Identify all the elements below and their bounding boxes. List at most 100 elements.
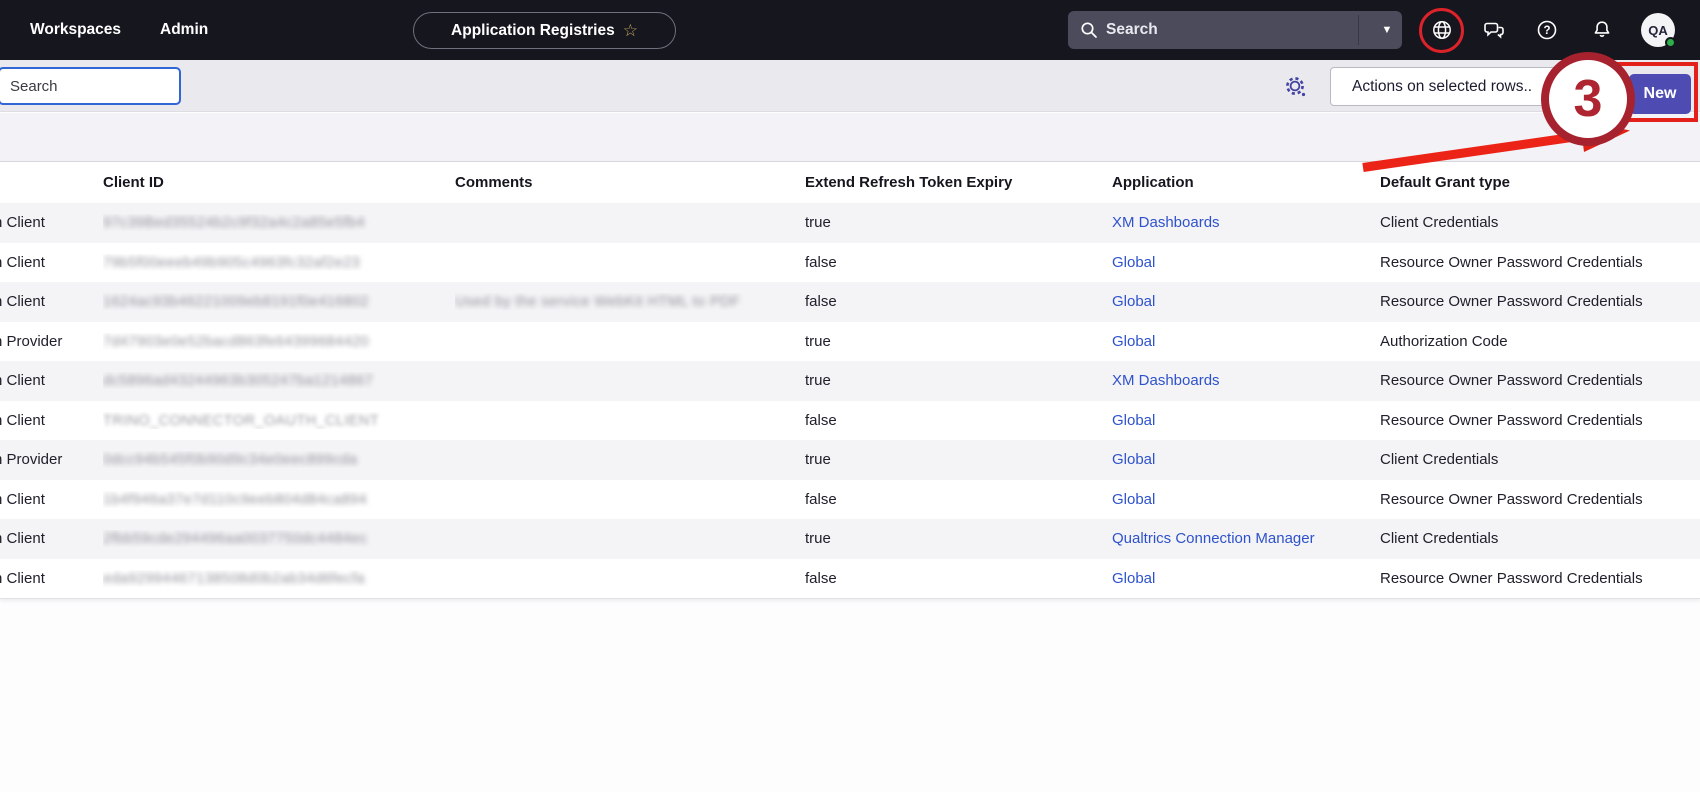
table-row[interactable]: h Provider7d47903e0e52bacd863fe643996844… xyxy=(0,322,1700,362)
cell-application: Qualtrics Connection Manager xyxy=(1112,530,1380,547)
svg-text:?: ? xyxy=(1543,25,1550,37)
column-header-default-grant-type[interactable]: Default Grant type xyxy=(1380,174,1700,191)
cell-default-grant-type: Resource Owner Password Credentials xyxy=(1380,491,1700,508)
cell-comments: Used by the service WebKit HTML to PDF xyxy=(455,293,805,310)
table-row[interactable]: h Client2fbb59cde294496aa0037750dc4484ec… xyxy=(0,519,1700,559)
cell-client-id: 0dcc94b545f0b90d9c34e0eec899cda xyxy=(103,451,455,468)
cell-extend-refresh-token-expiry: false xyxy=(805,293,1112,310)
table-body: h Client 97c39Bed35524b2c9f32a4c2a85e5fb4… xyxy=(0,203,1700,598)
favorite-star-icon[interactable]: ☆ xyxy=(623,21,638,41)
application-link[interactable]: Qualtrics Connection Manager xyxy=(1112,530,1315,547)
cell-type: h Provider xyxy=(0,333,103,350)
application-link[interactable]: Global xyxy=(1112,333,1155,350)
cell-client-id: TRINO_CONNECTOR_OAUTH_CLIENT xyxy=(103,412,455,429)
table-row[interactable]: h Provider0dcc94b545f0b90d9c34e0eec899cd… xyxy=(0,440,1700,480)
column-header-comments[interactable]: Comments xyxy=(455,174,805,191)
cell-application: Global xyxy=(1112,412,1380,429)
active-page-pill[interactable]: Application Registries ☆ xyxy=(413,12,676,49)
column-header-application[interactable]: Application xyxy=(1112,174,1380,191)
avatar[interactable]: QA xyxy=(1641,13,1675,47)
active-page-label: Application Registries xyxy=(451,22,615,40)
cell-extend-refresh-token-expiry: false xyxy=(805,491,1112,508)
table-row[interactable]: h Client79b5f00eeeb49b905c4963fc32af2e23… xyxy=(0,243,1700,283)
cell-extend-refresh-token-expiry: true xyxy=(805,451,1112,468)
cell-type: h Client xyxy=(0,491,103,508)
top-nav: Workspaces Admin Application Registries … xyxy=(0,0,1700,60)
table-row[interactable]: h Client97c39Bed35524b2c9f32a4c2a85e5fb4… xyxy=(0,203,1700,243)
cell-type: h Client xyxy=(0,570,103,587)
cell-client-id: 97c39Bed35524b2c9f32a4c2a85e5fb4 xyxy=(103,214,455,231)
global-search[interactable]: ▼ xyxy=(1068,11,1402,49)
table-search-input[interactable] xyxy=(0,67,181,105)
application-link[interactable]: Global xyxy=(1112,412,1155,429)
cell-application: Global xyxy=(1112,491,1380,508)
globe-icon[interactable] xyxy=(1420,0,1464,60)
cell-extend-refresh-token-expiry: true xyxy=(805,214,1112,231)
cell-client-id: 1b4f946a37e7d110c9eeb804d84ca894 xyxy=(103,491,455,508)
application-registries-table: Client ID Comments Extend Refresh Token … xyxy=(0,161,1700,599)
actions-on-selected-rows-dropdown[interactable]: Actions on selected rows.. xyxy=(1330,67,1558,106)
table-row[interactable]: h Client1624ac93b46221009eb8191f0e416802… xyxy=(0,282,1700,322)
toolbar-substrip xyxy=(0,113,1700,161)
cell-default-grant-type: Resource Owner Password Credentials xyxy=(1380,412,1700,429)
application-link[interactable]: Global xyxy=(1112,451,1155,468)
table-row[interactable]: h Clienteda92994467138508d0b2ab34d6fecfa… xyxy=(0,559,1700,599)
help-icon[interactable]: ? xyxy=(1525,0,1569,60)
search-icon xyxy=(1080,21,1098,39)
column-header-extend-refresh-token-expiry[interactable]: Extend Refresh Token Expiry xyxy=(805,174,1112,191)
cell-extend-refresh-token-expiry: false xyxy=(805,570,1112,587)
cell-application: Global xyxy=(1112,254,1380,271)
table-row[interactable]: h ClientTRINO_CONNECTOR_OAUTH_CLIENT fals… xyxy=(0,401,1700,441)
cell-default-grant-type: Client Credentials xyxy=(1380,530,1700,547)
actions-dropdown-label: Actions on selected rows.. xyxy=(1352,78,1532,96)
new-button[interactable]: New xyxy=(1629,74,1691,114)
cell-application: XM Dashboards xyxy=(1112,372,1380,389)
cell-type: h Provider xyxy=(0,451,103,468)
cell-client-id: 79b5f00eeeb49b905c4963fc32af2e23 xyxy=(103,254,455,271)
application-link[interactable]: Global xyxy=(1112,254,1155,271)
cell-application: Global xyxy=(1112,293,1380,310)
cell-extend-refresh-token-expiry: true xyxy=(805,530,1112,547)
cell-default-grant-type: Resource Owner Password Credentials xyxy=(1380,254,1700,271)
search-divider xyxy=(1358,15,1359,45)
search-scope-caret[interactable]: ▼ xyxy=(1372,11,1402,49)
application-link[interactable]: Global xyxy=(1112,570,1155,587)
cell-type: h Client xyxy=(0,412,103,429)
avatar-initials: QA xyxy=(1648,23,1668,38)
table-row[interactable]: h Clientdc5896ad43244963b305247ba1214867… xyxy=(0,361,1700,401)
column-header-client-id[interactable]: Client ID xyxy=(103,174,455,191)
cell-client-id: 1624ac93b46221009eb8191f0e416802 xyxy=(103,293,455,310)
cell-extend-refresh-token-expiry: false xyxy=(805,254,1112,271)
cell-type: h Client xyxy=(0,530,103,547)
cell-client-id: 7d47903e0e52bacd863fe64399684420 xyxy=(103,333,455,350)
cell-type: h Client xyxy=(0,293,103,310)
nav-item-workspaces[interactable]: Workspaces xyxy=(30,0,121,60)
cell-default-grant-type: Resource Owner Password Credentials xyxy=(1380,372,1700,389)
application-link[interactable]: Global xyxy=(1112,491,1155,508)
cell-application: Global xyxy=(1112,333,1380,350)
presence-dot xyxy=(1665,37,1676,48)
cell-extend-refresh-token-expiry: true xyxy=(805,333,1112,350)
table-row[interactable]: h Client1b4f946a37e7d110c9eeb804d84ca894… xyxy=(0,480,1700,520)
cell-extend-refresh-token-expiry: false xyxy=(805,412,1112,429)
application-link[interactable]: XM Dashboards xyxy=(1112,372,1220,389)
cell-application: Global xyxy=(1112,451,1380,468)
cell-application: XM Dashboards xyxy=(1112,214,1380,231)
cell-client-id: 2fbb59cde294496aa0037750dc4484ec xyxy=(103,530,455,547)
cell-client-id: dc5896ad43244963b305247ba1214867 xyxy=(103,372,455,389)
chat-icon[interactable] xyxy=(1472,0,1516,60)
application-link[interactable]: Global xyxy=(1112,293,1155,310)
nav-item-admin[interactable]: Admin xyxy=(160,0,208,60)
table-header-row: Client ID Comments Extend Refresh Token … xyxy=(0,162,1700,203)
cell-client-id: eda92994467138508d0b2ab34d6fecfa xyxy=(103,570,455,587)
cell-application: Global xyxy=(1112,570,1380,587)
bell-icon[interactable] xyxy=(1580,0,1624,60)
application-link[interactable]: XM Dashboards xyxy=(1112,214,1220,231)
cell-default-grant-type: Client Credentials xyxy=(1380,214,1700,231)
cell-default-grant-type: Resource Owner Password Credentials xyxy=(1380,570,1700,587)
gear-icon[interactable] xyxy=(1283,74,1309,100)
global-search-input[interactable] xyxy=(1106,21,1336,39)
cell-extend-refresh-token-expiry: true xyxy=(805,372,1112,389)
cell-type: h Client xyxy=(0,372,103,389)
cell-default-grant-type: Client Credentials xyxy=(1380,451,1700,468)
